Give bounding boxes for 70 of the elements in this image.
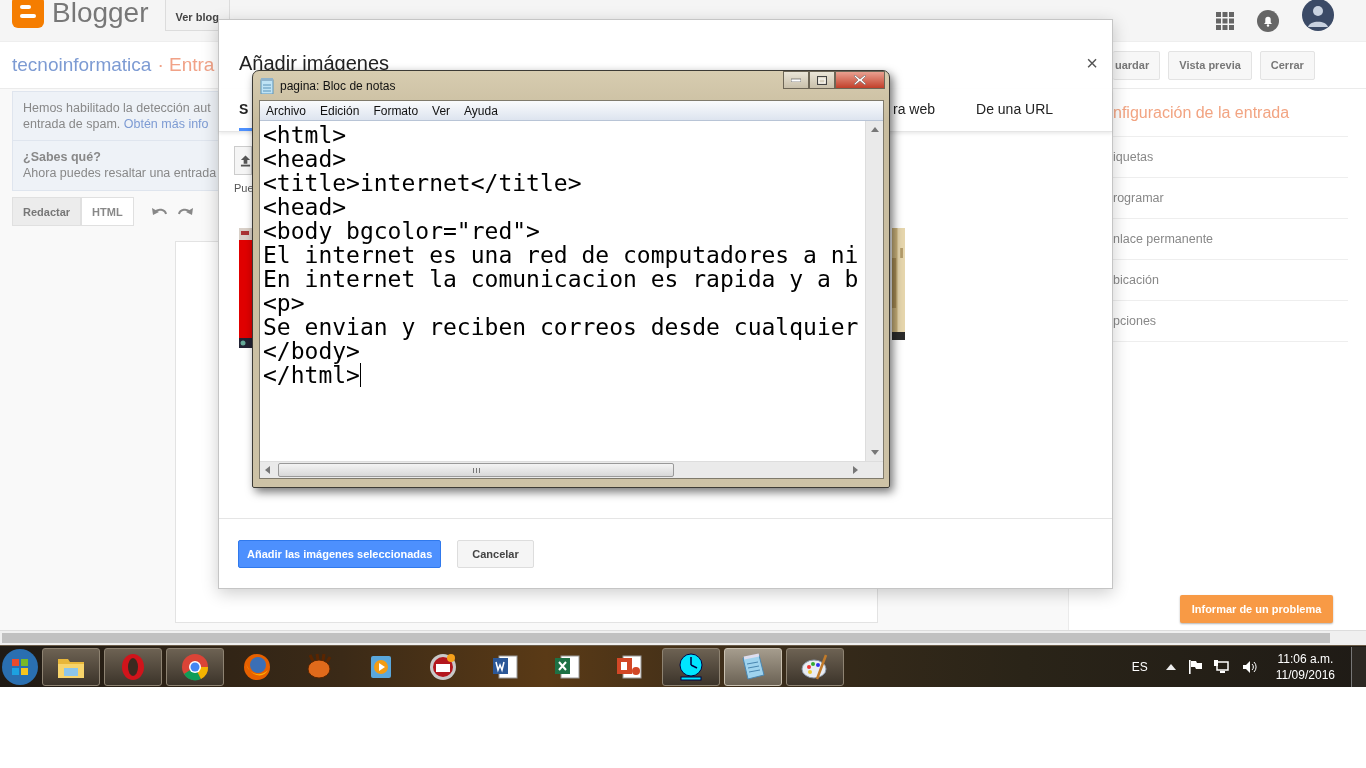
scroll-left-icon[interactable] xyxy=(265,466,270,474)
network-icon[interactable] xyxy=(1213,659,1230,674)
upload-hint-text: Pue xyxy=(234,182,254,194)
notification-bell-icon[interactable] xyxy=(1257,9,1279,32)
clock-icon xyxy=(676,651,706,682)
view-blog-button[interactable]: Ver blog xyxy=(164,0,230,31)
scroll-up-icon[interactable] xyxy=(870,127,879,132)
window-title: pagina: Bloc de notas xyxy=(280,78,396,93)
menu-item[interactable]: Ayuda xyxy=(464,103,498,118)
undo-icon[interactable] xyxy=(151,205,168,218)
cancel-button[interactable]: Cancelar xyxy=(457,539,534,568)
close-button[interactable]: × xyxy=(1086,52,1098,75)
page-title: · Entra xyxy=(157,54,215,76)
menu-item[interactable]: Formato xyxy=(373,103,419,118)
code-line: <html> xyxy=(263,123,348,147)
code-line: Se envian y reciben correos desde cualquier xyxy=(263,315,860,339)
chrome-icon xyxy=(180,651,210,682)
code-line: <head> xyxy=(263,147,348,171)
volume-icon[interactable] xyxy=(1241,659,1258,674)
show-hidden-icons-icon[interactable] xyxy=(1165,663,1176,670)
tip-title: ¿Sabes qué? xyxy=(23,149,101,165)
code-line: <head> xyxy=(263,195,348,219)
menu-item[interactable]: Archivo xyxy=(266,103,306,118)
avatar[interactable] xyxy=(1302,0,1334,31)
glove-icon xyxy=(304,651,334,682)
flag-icon[interactable] xyxy=(1187,659,1202,674)
editor-mode-tab[interactable]: Redactar xyxy=(12,197,82,226)
logo-text: Blogger xyxy=(52,0,149,29)
scrollbar[interactable] xyxy=(865,121,883,461)
scroll-right-icon[interactable] xyxy=(853,466,858,474)
clock-date[interactable]: 11/09/2016 xyxy=(1275,666,1335,683)
taskbar-button[interactable] xyxy=(724,647,782,686)
colosseum-icon xyxy=(428,651,458,682)
menu-item[interactable]: Edición xyxy=(320,103,360,118)
apps-grid-icon[interactable] xyxy=(1216,11,1234,30)
maximize-icon xyxy=(817,75,827,85)
clock-time[interactable]: 11:06 a.m. xyxy=(1277,650,1334,667)
editor-mode-tab[interactable]: HTML xyxy=(81,197,134,226)
language-indicator[interactable]: ES xyxy=(1131,659,1148,674)
action-button[interactable]: Vista previa xyxy=(1168,50,1252,80)
code-line: <p> xyxy=(263,291,306,315)
close-button[interactable] xyxy=(835,71,885,89)
action-button[interactable]: Cerrar xyxy=(1259,50,1315,80)
scrollbar[interactable] xyxy=(260,461,883,478)
notepad-icon xyxy=(260,77,274,94)
scroll-down-icon[interactable] xyxy=(870,450,879,455)
upload-button[interactable] xyxy=(234,146,252,175)
start-button[interactable] xyxy=(0,646,40,687)
dialog-tab[interactable]: De una URL xyxy=(976,89,1054,131)
show-desktop-button[interactable] xyxy=(1351,646,1366,687)
code-line: </html> xyxy=(263,363,362,387)
minimize-icon xyxy=(791,78,801,82)
firefox-icon xyxy=(242,651,272,682)
dialog-title: Añadir imágenes xyxy=(239,52,390,75)
taskbar-button[interactable] xyxy=(166,647,224,686)
taskbar-button[interactable] xyxy=(42,647,100,686)
scrollbar[interactable] xyxy=(0,630,1366,645)
close-icon xyxy=(854,75,866,85)
maximize-button[interactable] xyxy=(809,71,835,89)
taskbar-button[interactable] xyxy=(786,647,844,686)
minimize-button[interactable] xyxy=(783,71,809,89)
code-line: En internet la comunicacion es rapida y a b xyxy=(263,267,860,291)
tip-text: Ahora puedes resaltar una entrada xyxy=(23,165,217,181)
action-button[interactable]: uardar xyxy=(1113,50,1161,80)
code-line: <title>internet</title> xyxy=(263,171,583,195)
menu-item[interactable]: Ver xyxy=(432,103,451,118)
redo-icon[interactable] xyxy=(176,205,193,218)
dialog-tab[interactable]: ra web xyxy=(893,89,936,131)
upload-icon xyxy=(240,154,251,167)
taskbar-button[interactable] xyxy=(662,647,720,686)
